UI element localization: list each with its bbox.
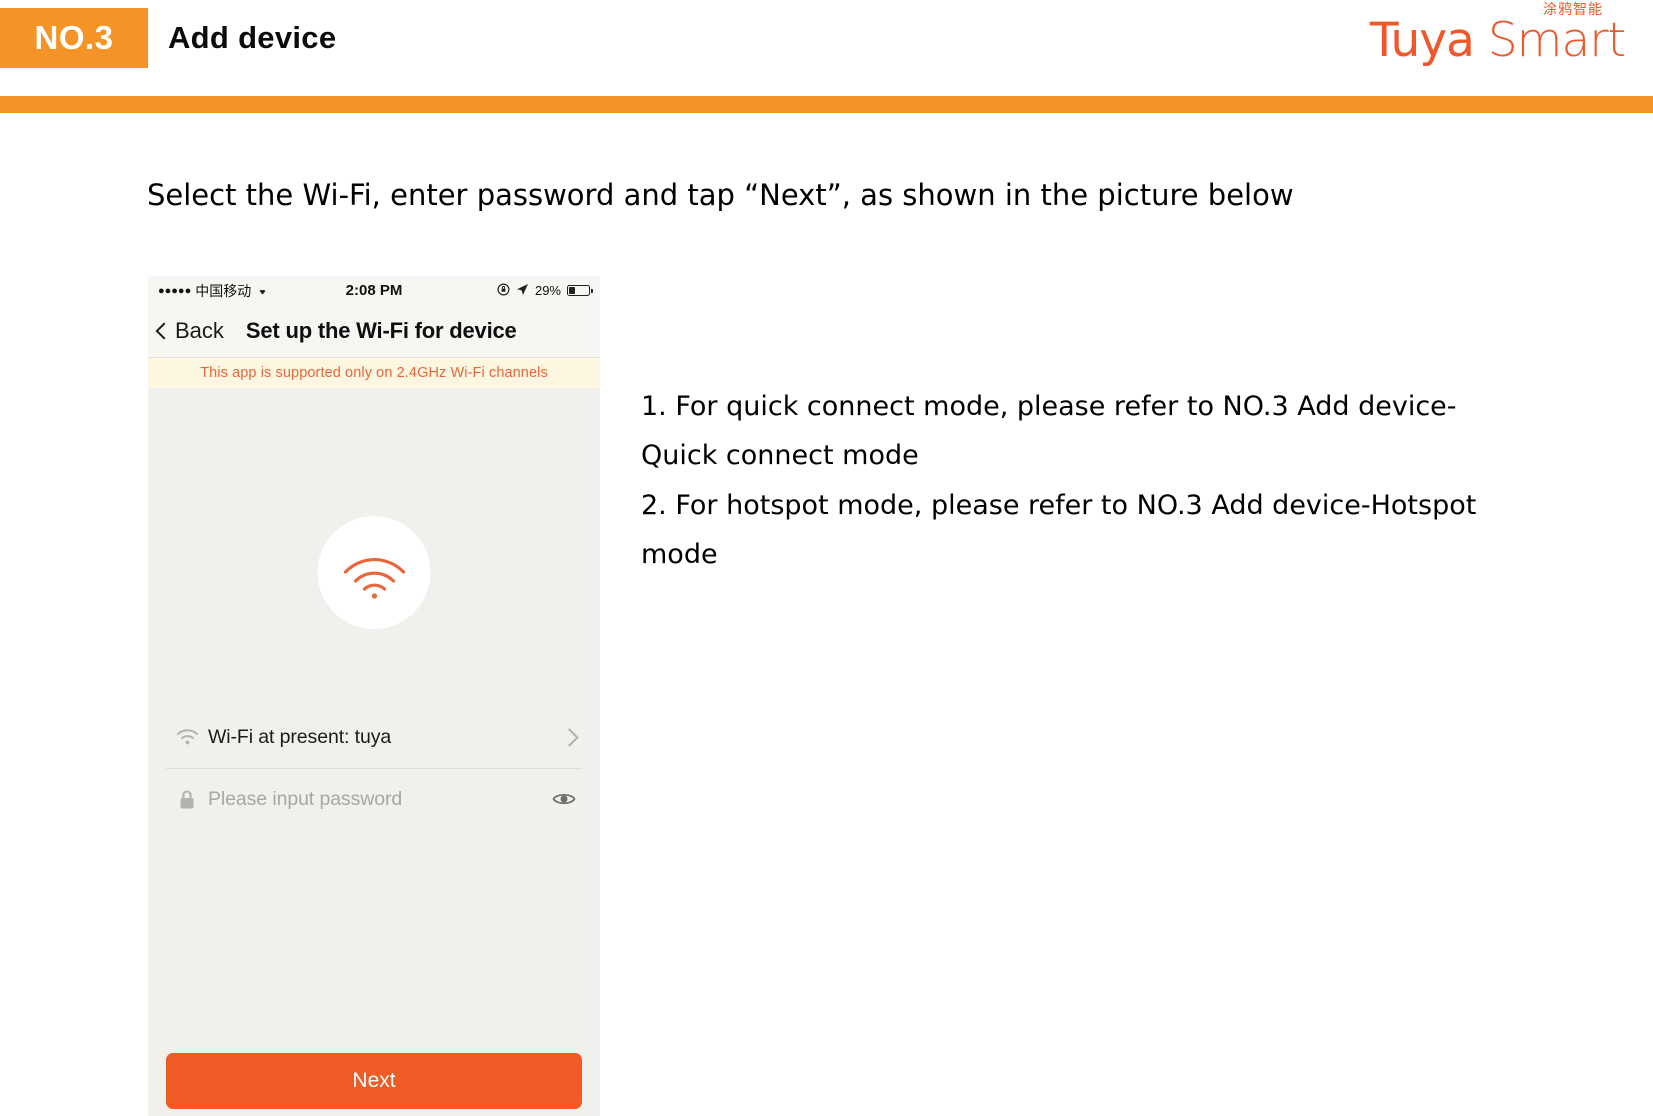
- brand-english-name: Tuya Smart: [1325, 17, 1626, 64]
- status-bar-left: ●●●●● 中国移动: [158, 281, 270, 301]
- lock-icon: [166, 789, 208, 810]
- carrier-label: 中国移动: [195, 282, 252, 299]
- back-button[interactable]: Back: [155, 318, 224, 344]
- wifi-icon: [255, 283, 270, 299]
- wifi-signal-icon: [317, 516, 431, 629]
- wifi-selector-row[interactable]: Wi-Fi at present: tuya: [166, 706, 582, 769]
- slide-header: NO.3 Add device 涂鸦智能 Tuya Smart: [0, 0, 1653, 96]
- back-button-label: Back: [175, 318, 224, 343]
- brand-word-smart: Smart: [1487, 13, 1626, 68]
- alarm-lock-icon: [497, 282, 510, 299]
- instruction-text: Select the Wi-Fi, enter password and tap…: [147, 178, 1294, 212]
- location-arrow-icon: [516, 283, 529, 299]
- battery-percent-label: 29%: [534, 283, 561, 298]
- brand-word-tuya: Tuya: [1369, 13, 1475, 68]
- note-item-1: 1. For quick connect mode, please refer …: [641, 391, 1457, 472]
- phone-status-bar: ●●●●● 中国移动 2:08 PM 29%: [148, 276, 600, 305]
- phone-screenshot: ●●●●● 中国移动 2:08 PM 29% Back Set up the W…: [148, 276, 600, 1116]
- wifi-selector-label: Wi-Fi at present: tuya: [208, 725, 392, 748]
- tuya-smart-logo: 涂鸦智能 Tuya Smart: [1325, 2, 1626, 64]
- phone-screen-title: Set up the Wi-Fi for device: [245, 318, 517, 343]
- phone-nav-bar: Back Set up the Wi-Fi for device: [148, 305, 600, 358]
- password-field-row[interactable]: Please input password: [166, 768, 582, 830]
- next-button[interactable]: Next: [166, 1053, 582, 1109]
- wifi-icon: [166, 728, 208, 746]
- notes-block: 1. For quick connect mode, please refer …: [641, 382, 1511, 580]
- phone-screen-body: Wi-Fi at present: tuya Please input pass…: [148, 388, 600, 1115]
- chevron-right-icon: [560, 727, 579, 747]
- eye-icon[interactable]: [552, 791, 576, 807]
- password-input[interactable]: Please input password: [208, 788, 402, 811]
- chevron-left-icon: [155, 322, 173, 339]
- warning-banner: This app is supported only on 2.4GHz Wi-…: [148, 358, 600, 388]
- slide-number-badge: NO.3: [0, 8, 148, 68]
- page-title: Add device: [168, 20, 337, 55]
- status-bar-right: 29%: [497, 282, 593, 299]
- battery-icon: [567, 285, 593, 296]
- signal-dots-icon: ●●●●●: [158, 284, 192, 297]
- note-item-2: 2. For hotspot mode, please refer to NO.…: [641, 489, 1477, 571]
- header-divider-bar: [0, 96, 1653, 113]
